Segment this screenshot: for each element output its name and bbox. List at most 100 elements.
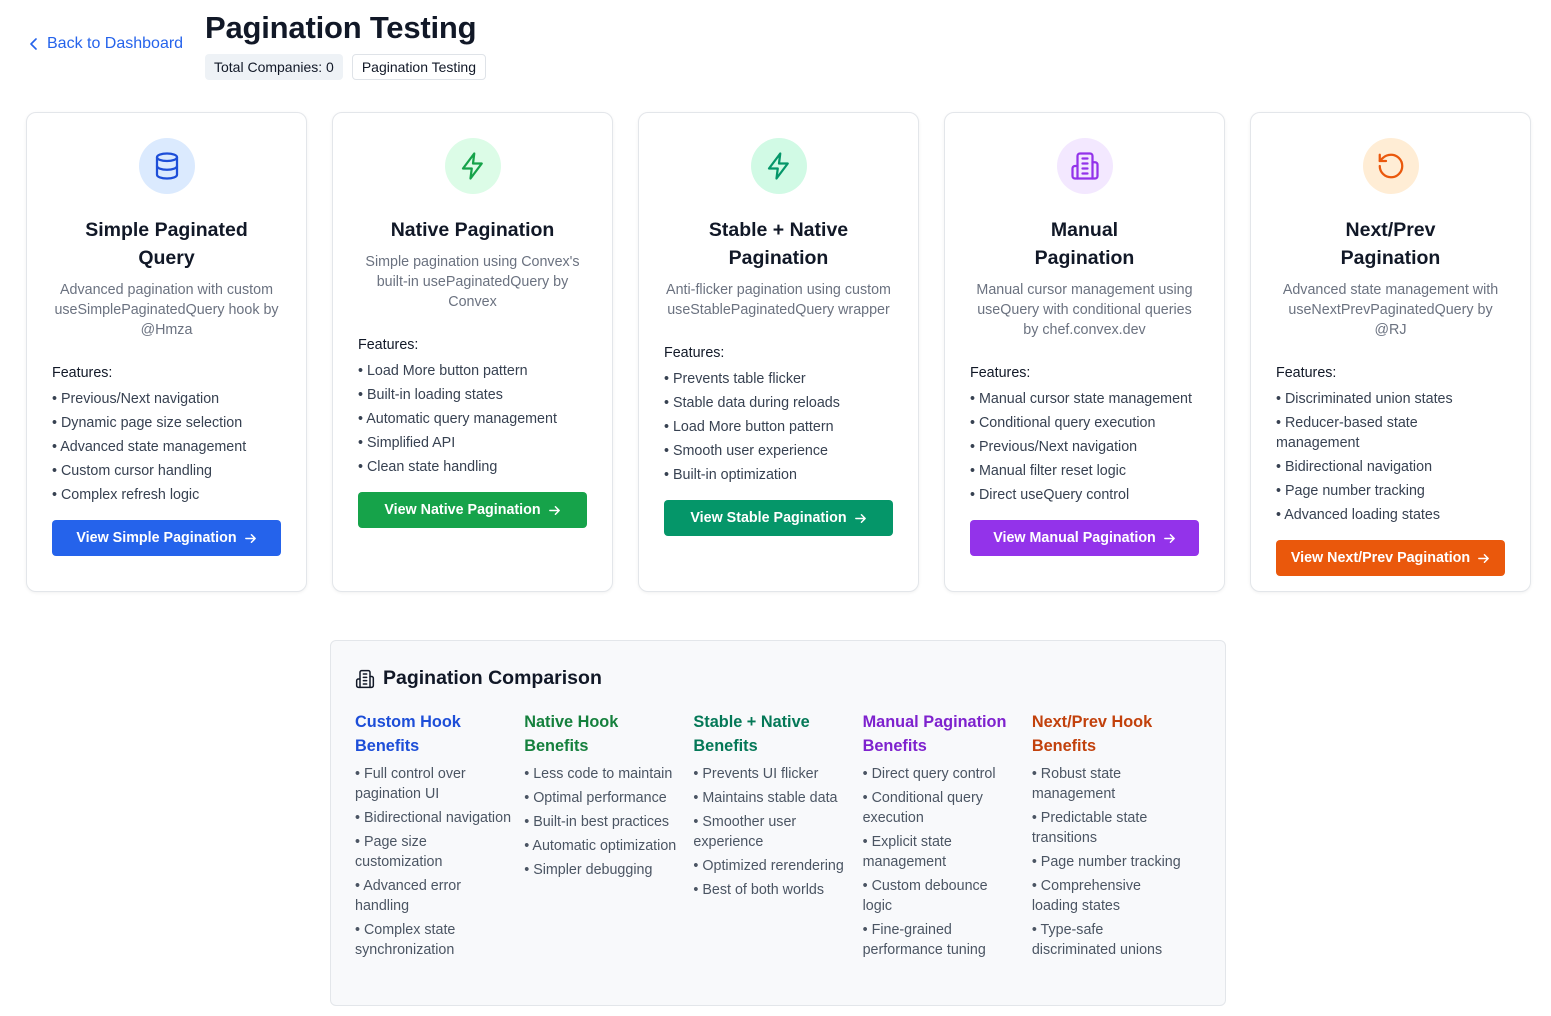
benefit-item: Complex state synchronization — [355, 920, 524, 960]
header-badges: Total Companies: 0 Pagination Testing — [205, 54, 487, 80]
benefit-item: Conditional query execution — [863, 788, 1032, 828]
feature-item: Load More button pattern — [664, 417, 893, 437]
comparison-heading: Pagination Comparison — [355, 667, 1201, 690]
features-label: Features: — [1276, 365, 1337, 381]
arrow-right-icon — [1478, 553, 1490, 563]
benefit-item: Maintains stable data — [693, 788, 862, 808]
feature-item: Custom cursor handling — [52, 461, 281, 481]
view-next-prev-pagination-button[interactable]: View Next/Prev Pagination — [1276, 540, 1505, 576]
page-title: Pagination Testing — [205, 10, 477, 45]
button-label: View Stable Pagination — [690, 510, 847, 526]
features-label: Features: — [970, 365, 1031, 381]
button-label: View Native Pagination — [384, 502, 541, 518]
features-list: Prevents table flicker Stable data durin… — [664, 369, 893, 485]
benefit-item: Full control over pagination UI — [355, 764, 524, 804]
features-list: Previous/Next navigation Dynamic page si… — [52, 389, 281, 505]
pagination-cards: Simple Paginated Query Advanced paginati… — [26, 112, 1531, 592]
feature-item: Conditional query execution — [970, 413, 1199, 433]
building-icon — [1070, 152, 1099, 180]
icon-badge — [138, 138, 195, 194]
view-manual-pagination-button[interactable]: View Manual Pagination — [970, 520, 1199, 556]
feature-item: Smooth user experience — [664, 441, 893, 461]
icon-badge — [1362, 138, 1419, 194]
benefit-item: Robust state management — [1032, 764, 1201, 804]
features-label: Features: — [664, 345, 725, 361]
icon-badge — [1056, 138, 1113, 194]
card-title: Native Pagination — [390, 219, 555, 241]
back-label: Back to Dashboard — [47, 35, 184, 52]
card-description: Advanced state management with useNextPr… — [1282, 282, 1499, 338]
button-label: View Next/Prev Pagination — [1290, 550, 1471, 566]
feature-item: Clean state handling — [358, 457, 587, 477]
total-companies-badge: Total Companies: 0 — [205, 54, 343, 80]
card-simple-paginated-query: Simple Paginated Query Advanced paginati… — [26, 112, 307, 592]
feature-item: Reducer-based state management — [1276, 413, 1505, 453]
comparison-column-stable-native: Stable + Native Benefits Prevents UI fli… — [693, 710, 862, 964]
benefit-item: Simpler debugging — [524, 860, 693, 880]
benefits-list: Prevents UI flicker Maintains stable dat… — [693, 764, 862, 900]
feature-item: Previous/Next navigation — [970, 437, 1199, 457]
benefit-item: Comprehensive loading states — [1032, 876, 1201, 916]
benefit-item: Optimized rerendering — [693, 856, 862, 876]
benefits-list: Robust state management Predictable stat… — [1032, 764, 1201, 960]
zap-icon — [767, 152, 789, 180]
feature-item: Built-in loading states — [358, 385, 587, 405]
card-description: Simple pagination using Convex's built-i… — [365, 254, 580, 310]
arrow-right-icon — [244, 533, 256, 543]
benefit-item: Optimal performance — [524, 788, 693, 808]
card-description: Anti-flicker pagination using custom use… — [666, 282, 891, 318]
features-label: Features: — [358, 337, 419, 353]
feature-item: Previous/Next navigation — [52, 389, 281, 409]
chevron-left-icon — [30, 38, 37, 50]
card-title: Simple Paginated Query — [85, 219, 248, 269]
column-title: Next/Prev Hook Benefits — [1031, 713, 1153, 755]
button-label: View Simple Pagination — [76, 530, 237, 546]
card-title: Next/Prev Pagination — [1340, 219, 1441, 269]
feature-item: Discriminated union states — [1276, 389, 1505, 409]
comparison-title: Pagination Comparison — [383, 667, 602, 689]
arrow-right-icon — [1163, 533, 1175, 543]
comparison-column-manual-pagination: Manual Pagination Benefits Direct query … — [863, 710, 1032, 964]
arrow-right-icon — [548, 505, 560, 515]
back-to-dashboard-link[interactable]: Back to Dashboard — [29, 35, 183, 53]
feature-item: Stable data during reloads — [664, 393, 893, 413]
comparison-column-native-hook: Native Hook Benefits Less code to mainta… — [524, 710, 693, 964]
benefit-item: Fine-grained performance tuning — [863, 920, 1032, 960]
feature-item: Automatic query management — [358, 409, 587, 429]
zap-icon — [461, 152, 483, 180]
view-stable-pagination-button[interactable]: View Stable Pagination — [664, 500, 893, 536]
card-native-pagination: Native Pagination Simple pagination usin… — [332, 112, 613, 592]
comparison-column-custom-hook: Custom Hook Benefits Full control over p… — [355, 710, 524, 964]
building-icon — [355, 669, 375, 688]
icon-badge — [444, 138, 501, 194]
benefit-item: Less code to maintain — [524, 764, 693, 784]
feature-item: Bidirectional navigation — [1276, 457, 1505, 477]
card-description: Advanced pagination with custom useSimpl… — [54, 282, 279, 338]
feature-item: Advanced loading states — [1276, 505, 1505, 525]
feature-item: Complex refresh logic — [52, 485, 281, 505]
database-icon — [155, 152, 178, 180]
benefit-item: Page size customization — [355, 832, 524, 872]
card-next-prev-pagination: Next/Prev Pagination Advanced state mana… — [1250, 112, 1531, 592]
benefits-list: Full control over pagination UI Bidirect… — [355, 764, 524, 960]
features-list: Discriminated union states Reducer-based… — [1276, 389, 1505, 525]
feature-item: Built-in optimization — [664, 465, 893, 485]
view-simple-pagination-button[interactable]: View Simple Pagination — [52, 520, 281, 556]
column-title: Stable + Native Benefits — [693, 713, 810, 755]
column-title: Native Hook Benefits — [524, 713, 619, 755]
benefits-list: Less code to maintain Optimal performanc… — [524, 764, 693, 880]
comparison-columns: Custom Hook Benefits Full control over p… — [355, 710, 1201, 964]
card-title: Stable + Native Pagination — [708, 219, 849, 269]
features-label: Features: — [52, 365, 113, 381]
benefit-item: Automatic optimization — [524, 836, 693, 856]
arrow-right-icon — [854, 513, 866, 523]
view-native-pagination-button[interactable]: View Native Pagination — [358, 492, 587, 528]
feature-item: Load More button pattern — [358, 361, 587, 381]
features-list: Load More button pattern Built-in loadin… — [358, 361, 587, 477]
features-list: Manual cursor state management Condition… — [970, 389, 1199, 505]
benefit-item: Predictable state transitions — [1032, 808, 1201, 848]
feature-item: Manual filter reset logic — [970, 461, 1199, 481]
feature-item: Dynamic page size selection — [52, 413, 281, 433]
feature-item: Prevents table flicker — [664, 369, 893, 389]
feature-item: Simplified API — [358, 433, 587, 453]
